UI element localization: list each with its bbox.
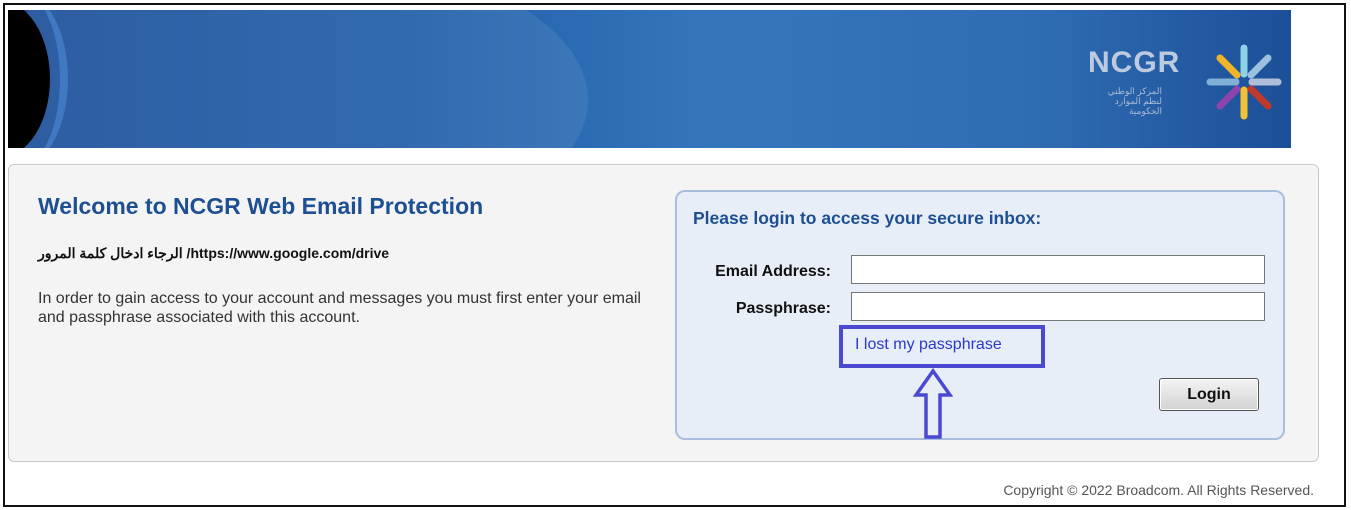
highlight-box: I lost my passphrase — [839, 325, 1045, 368]
banner-highlight — [8, 10, 588, 148]
passphrase-field[interactable] — [851, 292, 1265, 321]
email-field[interactable] — [851, 255, 1265, 284]
main-content: Welcome to NCGR Web Email Protection الر… — [8, 164, 1319, 462]
login-panel: Please login to access your secure inbox… — [675, 190, 1285, 440]
passphrase-label: Passphrase: — [735, 300, 831, 317]
ncgr-logo: NCGR المركز الوطني لنظم الموارد الحكومية — [1088, 42, 1288, 122]
ncgr-logo-mark-icon — [1206, 44, 1282, 120]
copyright-text: Copyright © 2022 Broadcom. All Rights Re… — [1003, 482, 1314, 498]
email-label: Email Address: — [715, 263, 831, 280]
login-button[interactable]: Login — [1159, 378, 1259, 411]
lost-passphrase-link[interactable]: I lost my passphrase — [855, 336, 1002, 354]
page-title: Welcome to NCGR Web Email Protection — [38, 193, 484, 219]
header-banner: NCGR المركز الوطني لنظم الموارد الحكومية — [8, 10, 1291, 148]
url-message: الرجاء ادخال كلمة المرور /https://www.go… — [38, 245, 390, 261]
info-text: In order to gain access to your account … — [38, 290, 641, 326]
up-arrow-outline-icon — [913, 368, 953, 439]
login-title: Please login to access your secure inbox… — [693, 208, 1042, 228]
logo-text: NCGR — [1088, 46, 1181, 79]
logo-subtitle: المركز الوطني لنظم الموارد الحكومية — [1107, 86, 1162, 116]
